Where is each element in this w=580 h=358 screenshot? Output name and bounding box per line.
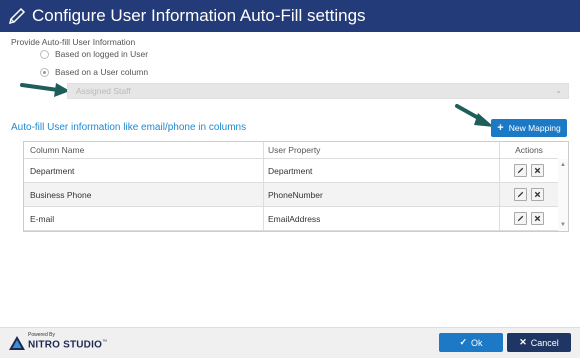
nitro-logo-icon bbox=[9, 336, 25, 350]
check-icon: ✓ bbox=[459, 337, 468, 347]
chevron-down-icon: ⌄ bbox=[555, 86, 562, 95]
column-header-column-name: Column Name bbox=[24, 142, 264, 158]
cell-actions bbox=[500, 183, 558, 206]
cell-user-property: Department bbox=[264, 159, 500, 182]
ok-button[interactable]: ✓ Ok bbox=[439, 333, 503, 352]
radio-label: Based on logged in User bbox=[55, 49, 149, 59]
radio-button[interactable] bbox=[40, 49, 49, 59]
edit-icon bbox=[517, 191, 524, 198]
cell-user-property: EmailAddress bbox=[264, 207, 500, 230]
trademark-mark: ™ bbox=[102, 339, 108, 345]
provide-autofill-label: Provide Auto-fill User Information bbox=[11, 37, 136, 47]
pencil-icon bbox=[8, 7, 26, 25]
column-header-actions: Actions bbox=[515, 145, 543, 155]
radio-label: Based on a User column bbox=[55, 67, 149, 77]
dialog-footer: Powered By NITRO STUDIO™ ✓ Ok ✕ Cancel bbox=[0, 327, 580, 358]
delete-button[interactable] bbox=[531, 164, 544, 177]
plus-icon: + bbox=[497, 122, 504, 134]
powered-by-label: Powered By bbox=[28, 332, 55, 338]
user-column-value: Assigned Staff bbox=[76, 86, 131, 96]
cell-column-name: Department bbox=[24, 159, 264, 182]
delete-icon bbox=[534, 191, 541, 198]
brand-text: NITRO STUDIO bbox=[28, 339, 103, 351]
annotation-arrow-icon bbox=[20, 83, 70, 97]
edit-button[interactable] bbox=[514, 212, 527, 225]
delete-icon bbox=[534, 167, 541, 174]
table-row: Business Phone PhoneNumber bbox=[24, 183, 558, 207]
mappings-table: Column Name User Property Actions Depart… bbox=[23, 141, 569, 232]
cell-actions bbox=[500, 207, 558, 230]
table-row: E-mail EmailAddress bbox=[24, 207, 558, 231]
cancel-button[interactable]: ✕ Cancel bbox=[507, 333, 571, 352]
annotation-arrow-icon bbox=[455, 104, 494, 127]
table-row: Department Department bbox=[24, 159, 558, 183]
delete-button[interactable] bbox=[531, 188, 544, 201]
close-icon: ✕ bbox=[519, 337, 527, 347]
radio-logged-in-user[interactable]: Based on logged in User bbox=[40, 49, 148, 59]
cell-column-name: Business Phone bbox=[24, 183, 264, 206]
new-mapping-button[interactable]: + New Mapping bbox=[491, 119, 567, 137]
new-mapping-label: New Mapping bbox=[508, 123, 561, 133]
cell-user-property: PhoneNumber bbox=[264, 183, 500, 206]
cell-column-name: E-mail bbox=[24, 207, 264, 230]
dialog-header: Configure User Information Auto-Fill set… bbox=[0, 0, 580, 32]
table-scrollbar[interactable]: ▲ ▼ bbox=[558, 159, 568, 231]
cancel-label: Cancel bbox=[530, 337, 559, 348]
edit-icon bbox=[517, 167, 524, 174]
radio-button[interactable] bbox=[40, 67, 49, 77]
mappings-title: Auto-fill User information like email/ph… bbox=[11, 122, 247, 133]
cell-actions bbox=[500, 159, 558, 182]
radio-user-column[interactable]: Based on a User column bbox=[40, 67, 148, 77]
delete-button[interactable] bbox=[531, 212, 544, 225]
user-column-select[interactable]: Assigned Staff ⌄ bbox=[67, 83, 569, 99]
edit-icon bbox=[517, 215, 524, 222]
table-header-row: Column Name User Property Actions bbox=[24, 142, 558, 159]
brand-name: NITRO STUDIO™ bbox=[28, 339, 107, 350]
scroll-up-icon[interactable]: ▲ bbox=[560, 162, 566, 168]
dialog-title: Configure User Information Auto-Fill set… bbox=[32, 6, 366, 25]
edit-button[interactable] bbox=[514, 164, 527, 177]
edit-button[interactable] bbox=[514, 188, 527, 201]
scroll-down-icon[interactable]: ▼ bbox=[560, 222, 566, 228]
ok-label: Ok bbox=[471, 337, 483, 348]
delete-icon bbox=[534, 215, 541, 222]
column-header-user-property: User Property bbox=[264, 142, 500, 158]
